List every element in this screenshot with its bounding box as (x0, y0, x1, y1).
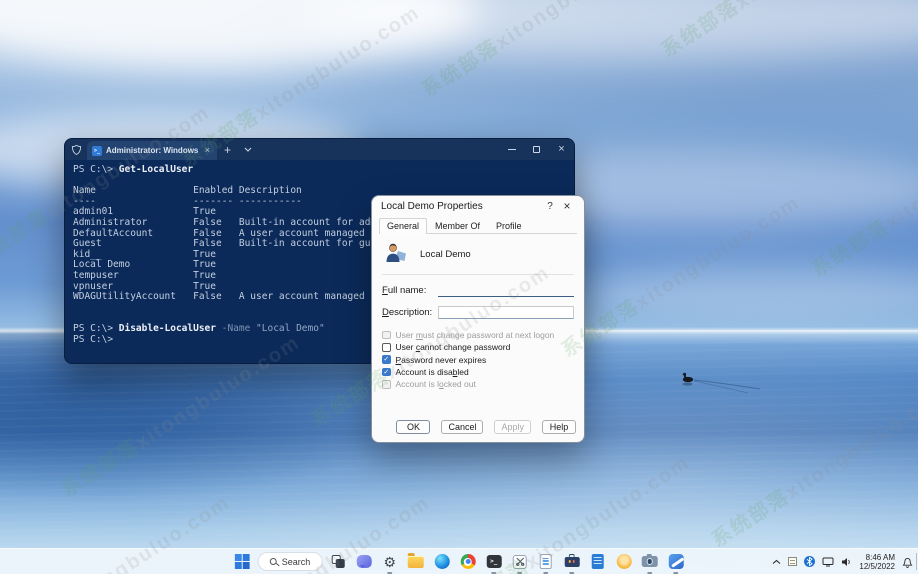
clock-date: 12/5/2022 (859, 562, 895, 571)
terminal-icon[interactable]: >_ (483, 551, 504, 572)
divider (382, 274, 574, 275)
checkbox-box (382, 331, 391, 340)
system-tray: 8:46 AM 12/5/2022 (772, 549, 913, 574)
close-button[interactable]: × (549, 139, 574, 160)
checkbox-label: User cannot change password (396, 342, 511, 352)
search-icon (270, 558, 277, 565)
dialog-fields: Full name: Description: (372, 284, 584, 319)
clock-time: 8:46 AM (859, 553, 895, 562)
checkbox-user-cannot-change-password[interactable]: User cannot change password (382, 341, 584, 353)
checkbox-label: Password never expires (396, 355, 487, 365)
camera-icon[interactable] (639, 551, 660, 572)
bluetooth-icon[interactable] (804, 556, 815, 567)
tab-member-of[interactable]: Member Of (427, 218, 488, 234)
taskbar: Search ⚙ >_ 8:46 AM 12/5/2022 (0, 548, 918, 574)
chevron-up-icon[interactable] (772, 559, 781, 565)
dialog-titlebar[interactable]: Local Demo Properties ? × (372, 196, 584, 216)
minimize-button[interactable] (499, 139, 524, 160)
checkbox-user-must-change-password-at-next-logon: User must change password at next logon (382, 329, 584, 341)
user-account-icon (384, 242, 408, 266)
volume-icon[interactable] (841, 557, 852, 567)
word-document-icon[interactable] (587, 551, 608, 572)
edge-icon[interactable] (431, 551, 452, 572)
settings-icon[interactable]: ⚙ (379, 551, 400, 572)
new-tab-button[interactable]: + (217, 139, 238, 160)
admin-shield-icon (65, 139, 87, 160)
network-icon[interactable] (822, 557, 834, 567)
snipping-tool-icon[interactable] (509, 551, 530, 572)
full-name-input[interactable] (438, 285, 574, 297)
description-label: Description: (382, 307, 438, 318)
search-label: Search (282, 557, 311, 567)
dialog-tab-strip: GeneralMember OfProfile (379, 218, 577, 234)
taskbar-center: Search ⚙ >_ (232, 549, 687, 574)
powershell-icon: >_ (92, 146, 102, 156)
ok-button[interactable]: OK (396, 420, 430, 434)
full-name-row: Full name: (382, 284, 574, 297)
properties-dialog: Local Demo Properties ? × GeneralMember … (371, 195, 585, 443)
help-icon[interactable]: ? (542, 201, 558, 212)
account-name: Local Demo (420, 249, 471, 260)
apply-button: Apply (494, 420, 531, 434)
dialog-buttons: OK Cancel Apply Help (396, 420, 576, 434)
toolbox-icon[interactable] (561, 551, 582, 572)
maximize-button[interactable] (524, 139, 549, 160)
dialog-close-icon[interactable]: × (558, 199, 576, 213)
terminal-titlebar[interactable]: >_ Administrator: Windows Pow × + × (65, 139, 574, 160)
task-view-icon[interactable] (327, 551, 348, 572)
checkbox-password-never-expires[interactable]: ✓ Password never expires (382, 354, 584, 366)
dialog-title: Local Demo Properties (381, 201, 542, 212)
description-input[interactable] (438, 306, 574, 319)
taskbar-clock[interactable]: 8:46 AM 12/5/2022 (859, 553, 895, 571)
swimming-bird (672, 368, 764, 398)
terminal-line: PS C:\> Get-LocalUser (73, 165, 574, 176)
file-explorer-icon[interactable] (405, 551, 426, 572)
paint-icon[interactable] (665, 551, 686, 572)
titlebar-drag-area[interactable] (258, 139, 499, 160)
start-icon[interactable] (232, 551, 253, 572)
chat-icon[interactable] (353, 551, 374, 572)
checkbox-box[interactable] (382, 343, 391, 352)
checkbox-box[interactable]: ✓ (382, 368, 391, 377)
tray-app-icon[interactable] (788, 557, 797, 566)
notepad-icon[interactable] (535, 551, 556, 572)
help-button[interactable]: Help (542, 420, 576, 434)
checkbox-box[interactable]: ✓ (382, 355, 391, 364)
checkbox-list: User must change password at next logon U… (382, 329, 584, 390)
checkbox-box (382, 380, 391, 389)
tab-general[interactable]: General (379, 218, 427, 234)
checkbox-label: Account is locked out (396, 379, 476, 389)
cancel-button[interactable]: Cancel (441, 420, 483, 434)
terminal-tab[interactable]: >_ Administrator: Windows Pow × (87, 141, 217, 160)
checkbox-account-is-disabled[interactable]: ✓ Account is disabled (382, 366, 584, 378)
description-row: Description: (382, 306, 574, 319)
chrome-icon[interactable] (457, 551, 478, 572)
tab-profile[interactable]: Profile (488, 218, 530, 234)
tab-dropdown-button[interactable] (238, 139, 258, 160)
tray-dynamic (772, 556, 852, 567)
tab-close-icon[interactable]: × (203, 146, 212, 155)
checkbox-label: Account is disabled (396, 367, 469, 377)
terminal-tab-title: Administrator: Windows Pow (106, 146, 199, 155)
taskbar-search[interactable]: Search (258, 552, 323, 571)
full-name-label: Full name: (382, 285, 438, 296)
checkbox-label: User must change password at next logon (396, 330, 555, 340)
clock-app-icon[interactable] (613, 551, 634, 572)
checkbox-account-is-locked-out: Account is locked out (382, 378, 584, 390)
notification-bell-icon[interactable] (902, 556, 913, 568)
